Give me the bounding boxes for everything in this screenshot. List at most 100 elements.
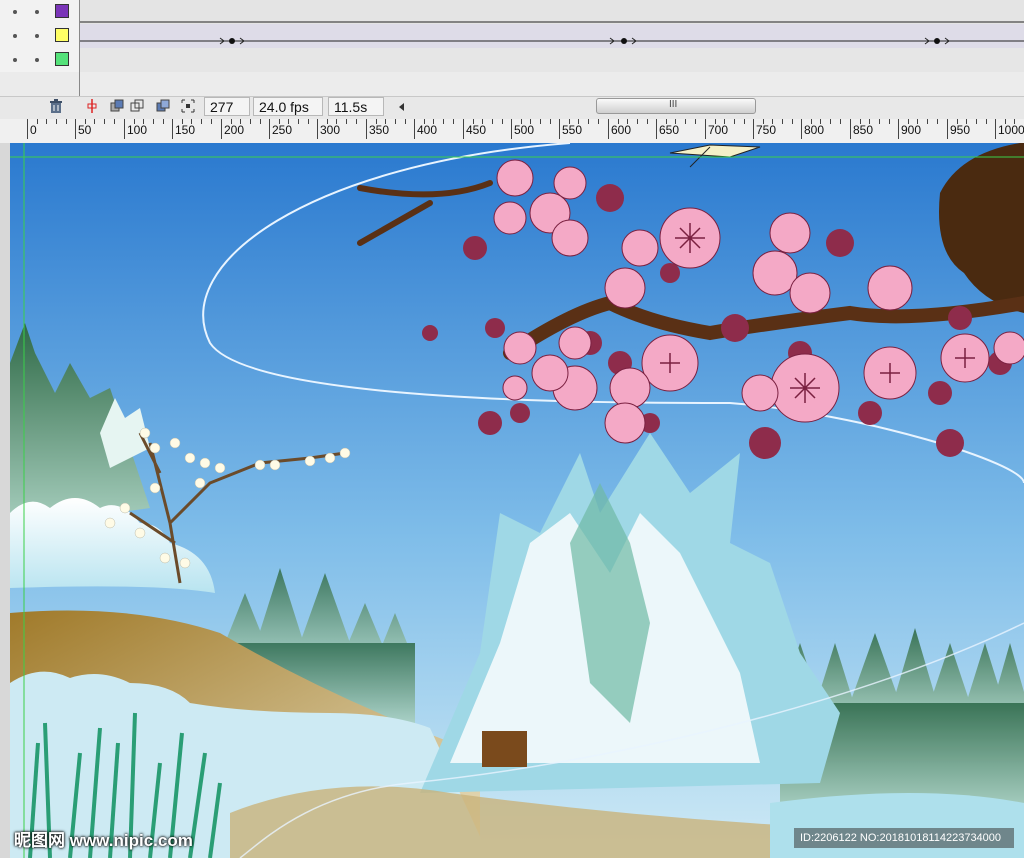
ruler-major-tick	[172, 119, 173, 139]
ruler-minor-tick	[927, 119, 928, 124]
ruler-tick-label: 300	[320, 123, 341, 137]
ruler-minor-tick	[647, 119, 648, 124]
tween-track	[80, 37, 1024, 45]
ruler-minor-tick	[840, 119, 841, 124]
ruler-minor-tick	[298, 119, 299, 124]
ruler-minor-tick	[327, 119, 328, 124]
frame-rate-field[interactable]: 24.0 fps	[253, 97, 323, 116]
stage-canvas[interactable]	[10, 143, 1024, 858]
ruler-minor-tick	[37, 119, 38, 124]
frames-row[interactable]	[80, 72, 1024, 97]
ruler-major-tick	[511, 119, 512, 139]
watermark-id: ID:2206122 NO:20181018114223734000	[794, 828, 1014, 848]
visibility-dot-icon[interactable]	[13, 34, 17, 38]
ruler-minor-tick	[530, 119, 531, 124]
ruler-tick-label: 1000	[998, 123, 1024, 137]
elapsed-time-field: 11.5s	[328, 97, 384, 116]
ruler-minor-tick	[492, 119, 493, 124]
horizontal-scrollbar[interactable]: III	[596, 98, 756, 114]
ruler-major-tick	[656, 119, 657, 139]
ruler-tick-label: 450	[466, 123, 487, 137]
lock-dot-icon[interactable]	[35, 10, 39, 14]
keyframe-icon	[934, 38, 940, 44]
ruler-minor-tick	[889, 119, 890, 124]
ruler-minor-tick	[569, 119, 570, 124]
ruler-minor-tick	[134, 119, 135, 124]
ruler-minor-tick	[917, 119, 918, 124]
ruler-major-tick	[463, 119, 464, 139]
layer-row[interactable]	[0, 0, 80, 25]
ruler-tick-label: 200	[224, 123, 245, 137]
ruler-minor-tick	[1005, 119, 1006, 124]
ruler-major-tick	[559, 119, 560, 139]
lock-dot-icon[interactable]	[35, 34, 39, 38]
modify-markers-icon[interactable]	[180, 98, 196, 114]
ruler-tick-label: 650	[659, 123, 680, 137]
ruler-minor-tick	[405, 119, 406, 124]
ruler-minor-tick	[250, 119, 251, 124]
ruler-minor-tick	[618, 119, 619, 124]
layer-row[interactable]	[0, 24, 80, 49]
ruler-minor-tick	[578, 119, 579, 124]
onion-skin-icon[interactable]	[109, 98, 125, 114]
ruler-tick-label: 800	[804, 123, 825, 137]
ruler-minor-tick	[986, 119, 987, 124]
ruler-minor-tick	[811, 119, 812, 124]
ruler-minor-tick	[502, 119, 503, 124]
current-frame-field[interactable]: 277	[204, 97, 250, 116]
ruler-minor-tick	[336, 119, 337, 124]
playhead-center-icon[interactable]	[84, 98, 100, 114]
ruler-major-tick	[801, 119, 802, 139]
layer-color-swatch[interactable]	[55, 52, 69, 66]
ruler-major-tick	[995, 119, 996, 139]
frames-row[interactable]	[80, 0, 1024, 25]
ruler-minor-tick	[356, 119, 357, 124]
lock-dot-icon[interactable]	[35, 58, 39, 62]
ruler-tick-label: 700	[708, 123, 729, 137]
ruler-minor-tick	[433, 119, 434, 124]
ruler-minor-tick	[163, 119, 164, 124]
ruler-minor-tick	[308, 119, 309, 124]
scene-illustration	[10, 143, 1024, 858]
ruler-minor-tick	[521, 119, 522, 124]
frames-row[interactable]	[80, 48, 1024, 73]
frames-row[interactable]	[80, 24, 1024, 49]
ruler-tick-label: 850	[853, 123, 874, 137]
ruler-minor-tick	[231, 119, 232, 124]
ruler-minor-tick	[879, 119, 880, 124]
visibility-dot-icon[interactable]	[13, 58, 17, 62]
ruler-minor-tick	[288, 119, 289, 124]
watermark-site: 昵图网 www.nipic.com	[14, 831, 193, 850]
ruler-minor-tick	[637, 119, 638, 124]
ruler-major-tick	[608, 119, 609, 139]
ruler-minor-tick	[376, 119, 377, 124]
layer-row[interactable]	[0, 48, 80, 73]
edit-multiple-frames-icon[interactable]	[155, 98, 171, 114]
ruler-minor-tick	[191, 119, 192, 124]
visibility-dot-icon[interactable]	[13, 10, 17, 14]
ruler-minor-tick	[830, 119, 831, 124]
trash-icon[interactable]	[48, 98, 64, 114]
ruler-minor-tick	[744, 119, 745, 124]
ruler-minor-tick	[46, 119, 47, 124]
layer-color-swatch[interactable]	[55, 4, 69, 18]
ruler-major-tick	[27, 119, 28, 139]
keyframe-icon	[621, 38, 627, 44]
ruler-minor-tick	[908, 119, 909, 124]
ruler-major-tick	[850, 119, 851, 139]
ruler-minor-tick	[143, 119, 144, 124]
horizontal-ruler: 0 50 100 150 200 250 300 350 400 450 500 550 600 650 7…	[0, 119, 1024, 144]
ruler-minor-tick	[114, 119, 115, 124]
scroll-left-icon[interactable]	[394, 99, 410, 115]
ruler-tick-label: 550	[562, 123, 583, 137]
ruler-minor-tick	[734, 119, 735, 124]
ruler-minor-tick	[395, 119, 396, 124]
ruler-minor-tick	[792, 119, 793, 124]
ruler-minor-tick	[443, 119, 444, 124]
ruler-minor-tick	[869, 119, 870, 124]
ruler-major-tick	[221, 119, 222, 139]
onion-outline-icon[interactable]	[129, 98, 145, 114]
ruler-minor-tick	[695, 119, 696, 124]
ruler-major-tick	[75, 119, 76, 139]
layer-color-swatch[interactable]	[55, 28, 69, 42]
